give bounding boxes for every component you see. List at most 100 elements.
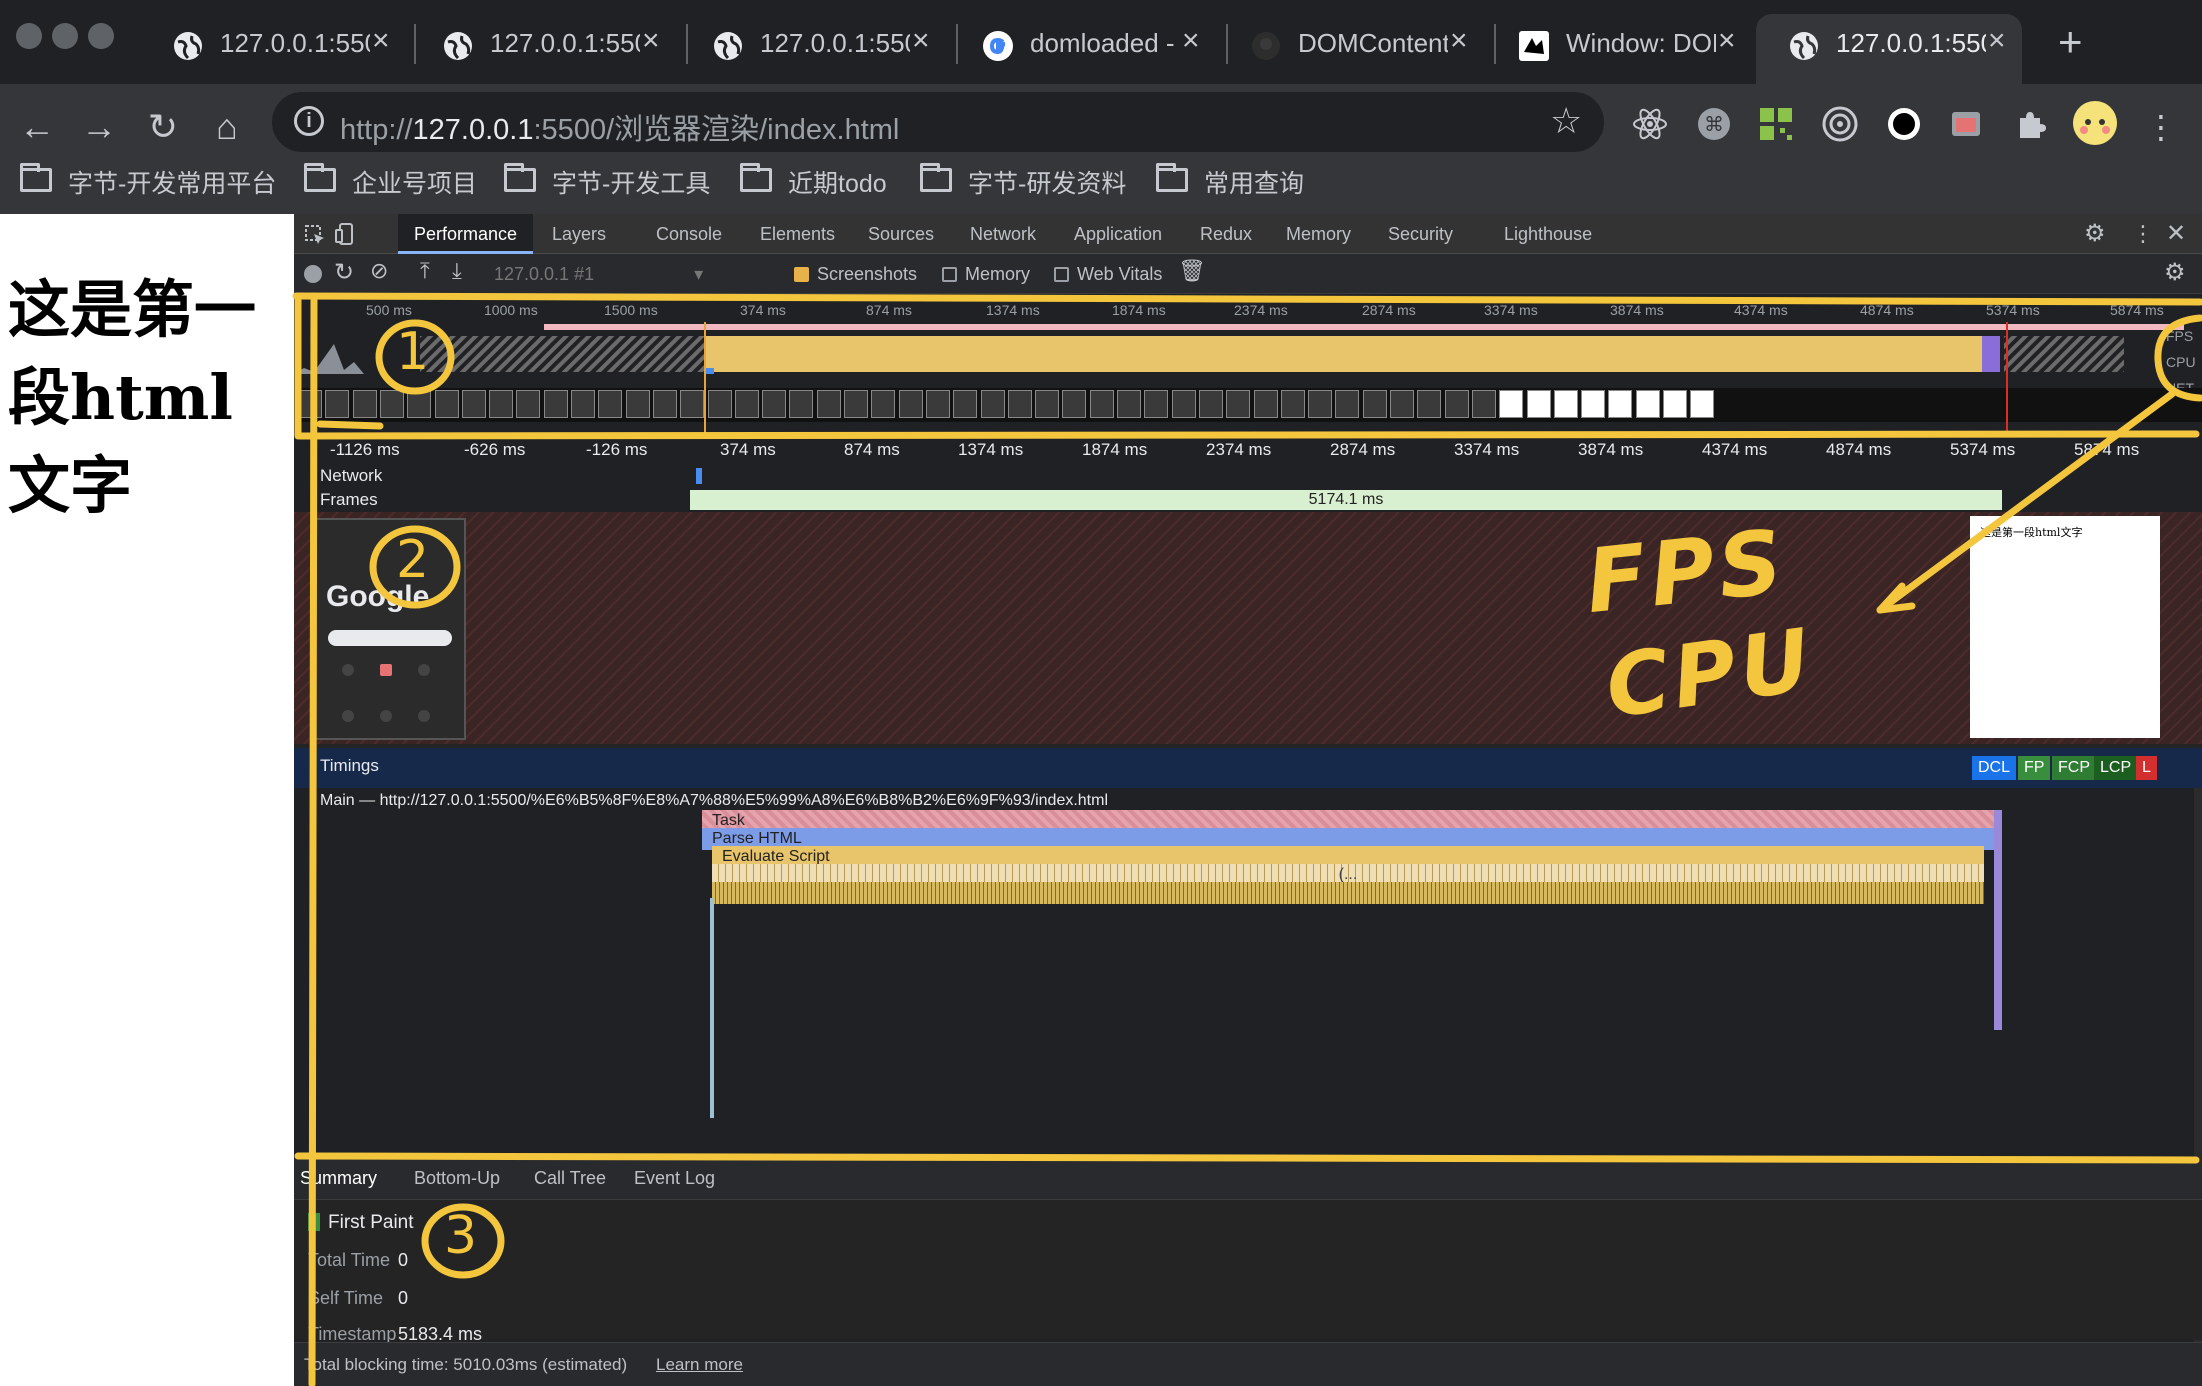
filmstrip-frame (1171, 390, 1196, 418)
fcp-marker[interactable]: FCP (2052, 756, 2096, 780)
site-info-icon[interactable]: i (294, 106, 324, 136)
browser-tab[interactable]: 127.0.0.1:5500/ × (680, 14, 946, 84)
close-tab-icon[interactable]: × (1450, 24, 1468, 58)
globe-icon (1790, 32, 1818, 60)
thread-activity-bar (710, 898, 714, 1118)
tab-bottom-up[interactable]: Bottom-Up (414, 1168, 500, 1189)
fp-marker[interactable]: FP (2018, 756, 2051, 780)
nested-calls-bar[interactable] (712, 882, 1984, 904)
web-vitals-checkbox[interactable]: Web Vitals (1054, 264, 1162, 285)
recording-select[interactable]: 127.0.0.1 #1 ▾ (494, 264, 703, 285)
browser-tab[interactable]: domloaded - Google × (950, 14, 1216, 84)
overview-tick: 874 ms (866, 302, 912, 318)
minimize-window-button[interactable] (52, 23, 78, 49)
screen-capture-icon[interactable] (1946, 104, 1986, 144)
url-text[interactable]: http://127.0.0.1:5500/浏览器渲染/index.html (340, 106, 899, 148)
tab-console[interactable]: Console (656, 214, 722, 254)
tab-lighthouse[interactable]: Lighthouse (1504, 214, 1592, 254)
clear-icon[interactable]: ⊘ (370, 258, 388, 284)
address-bar[interactable]: i http://127.0.0.1:5500/浏览器渲染/index.html… (272, 92, 1604, 152)
browser-tab[interactable]: 127.0.0.1:5500/ × (140, 14, 406, 84)
extension-command-icon[interactable]: ⌘ (1694, 104, 1734, 144)
trash-icon[interactable]: 🗑 (1178, 258, 1206, 284)
thread-activity-bar (1994, 810, 2002, 1030)
close-devtools-icon[interactable]: ✕ (2166, 214, 2186, 254)
ruler-tick: 3874 ms (1578, 440, 1644, 459)
browser-tab[interactable]: Window: DOMContent × (1486, 14, 1752, 84)
tab-title: 127.0.0.1:5500/ (1836, 28, 1986, 58)
close-window-button[interactable] (16, 23, 42, 49)
react-devtools-icon[interactable] (1630, 104, 1670, 144)
inspect-element-icon[interactable] (304, 224, 326, 246)
tab-application[interactable]: Application (1074, 214, 1162, 254)
browser-tab-active[interactable]: 127.0.0.1:5500/ × (1756, 14, 2022, 84)
forward-arrow-icon[interactable]: → (74, 102, 124, 152)
frame-duration-bar[interactable]: 5174.1 ms (690, 490, 2002, 510)
tab-network[interactable]: Network (970, 214, 1036, 254)
tab-redux[interactable]: Redux (1200, 214, 1252, 254)
tab-sources[interactable]: Sources (868, 214, 934, 254)
bookmark-star-icon[interactable]: ☆ (1550, 100, 1582, 142)
profile-avatar[interactable] (2072, 100, 2118, 146)
tab-summary[interactable]: Summary (300, 1168, 377, 1189)
screenshot-thumbnail-end[interactable]: 这是第一段html文字 (1970, 516, 2160, 738)
frames-track[interactable]: Frames 5174.1 ms (294, 488, 2202, 512)
devtools-menu-icon[interactable]: ⋮ (2132, 214, 2154, 254)
browser-tab[interactable]: DOMContentLoaded × (1218, 14, 1484, 84)
memory-checkbox[interactable]: Memory (942, 264, 1030, 285)
close-tab-icon[interactable]: × (1182, 24, 1200, 58)
browser-tab[interactable]: 127.0.0.1:5500/ × (410, 14, 676, 84)
screenshots-track[interactable]: Google 这是第一段html文字 (294, 512, 2202, 744)
main-thread-label: Main — http://127.0.0.1:5500/%E6%B5%8F%E… (320, 792, 1109, 809)
selection-start-marker[interactable] (704, 322, 706, 434)
tab-memory[interactable]: Memory (1286, 214, 1351, 254)
load-event-marker[interactable]: L (2136, 756, 2157, 780)
devtools-settings-gear-icon[interactable]: ⚙ (2084, 214, 2106, 254)
capture-settings-gear-icon[interactable]: ⚙ (2164, 258, 2186, 287)
timeline-ruler: -1126 ms -626 ms -126 ms 374 ms 874 ms 1… (294, 436, 2202, 464)
screenshots-checkbox[interactable]: Screenshots (794, 264, 917, 285)
tab-performance[interactable]: Performance (398, 214, 534, 254)
dcl-marker[interactable]: DCL (1972, 756, 2017, 780)
filmstrip-frame (434, 390, 459, 418)
maximize-window-button[interactable] (88, 23, 114, 49)
tab-elements[interactable]: Elements (760, 214, 835, 254)
chrome-menu-icon[interactable]: ⋮ (2136, 102, 2186, 152)
lcp-marker[interactable]: LCP (2094, 756, 2138, 780)
overview-tick: 3874 ms (1610, 302, 1664, 318)
close-tab-icon[interactable]: × (1988, 24, 2006, 58)
close-tab-icon[interactable]: × (912, 24, 930, 58)
qr-code-icon[interactable] (1756, 104, 1796, 144)
home-icon[interactable]: ⌂ (202, 102, 252, 152)
filmstrip-frame (844, 390, 868, 418)
tab-layers[interactable]: Layers (552, 214, 606, 254)
ruler-tick: -126 ms (586, 440, 648, 459)
overview-tick: 4374 ms (1734, 302, 1788, 318)
close-tab-icon[interactable]: × (1718, 24, 1736, 58)
ruler-tick: -626 ms (464, 440, 526, 459)
network-track[interactable]: Network (294, 464, 2202, 488)
timeline-overview[interactable]: 500 ms 1000 ms 1500 ms 374 ms 874 ms 137… (294, 294, 2202, 434)
tab-event-log[interactable]: Event Log (634, 1168, 715, 1189)
shortcut-icon (418, 664, 430, 676)
back-arrow-icon[interactable]: ← (12, 102, 62, 152)
filmstrip-frame (1390, 390, 1414, 418)
reload-icon[interactable]: ↻ (138, 102, 188, 152)
reload-record-icon[interactable]: ↻ (334, 258, 354, 287)
device-toolbar-icon[interactable] (334, 222, 356, 246)
extensions-puzzle-icon[interactable] (2010, 104, 2050, 144)
network-request-bar[interactable] (696, 468, 702, 484)
load-profile-icon[interactable]: ⤒ (420, 258, 430, 284)
save-profile-icon[interactable]: ⤓ (452, 258, 462, 284)
target-icon[interactable] (1820, 104, 1860, 144)
record-icon[interactable] (304, 265, 322, 283)
new-tab-button[interactable]: + (2058, 18, 2083, 66)
learn-more-link[interactable]: Learn more (656, 1355, 743, 1375)
circle-extension-icon[interactable] (1884, 104, 1924, 144)
tab-call-tree[interactable]: Call Tree (534, 1168, 606, 1189)
tab-security[interactable]: Security (1388, 214, 1453, 254)
screenshot-thumbnail-start[interactable]: Google (312, 518, 466, 740)
close-tab-icon[interactable]: × (372, 24, 390, 58)
timings-track[interactable]: Timings DCL FP FCP LCP L (294, 748, 2202, 788)
close-tab-icon[interactable]: × (642, 24, 660, 58)
